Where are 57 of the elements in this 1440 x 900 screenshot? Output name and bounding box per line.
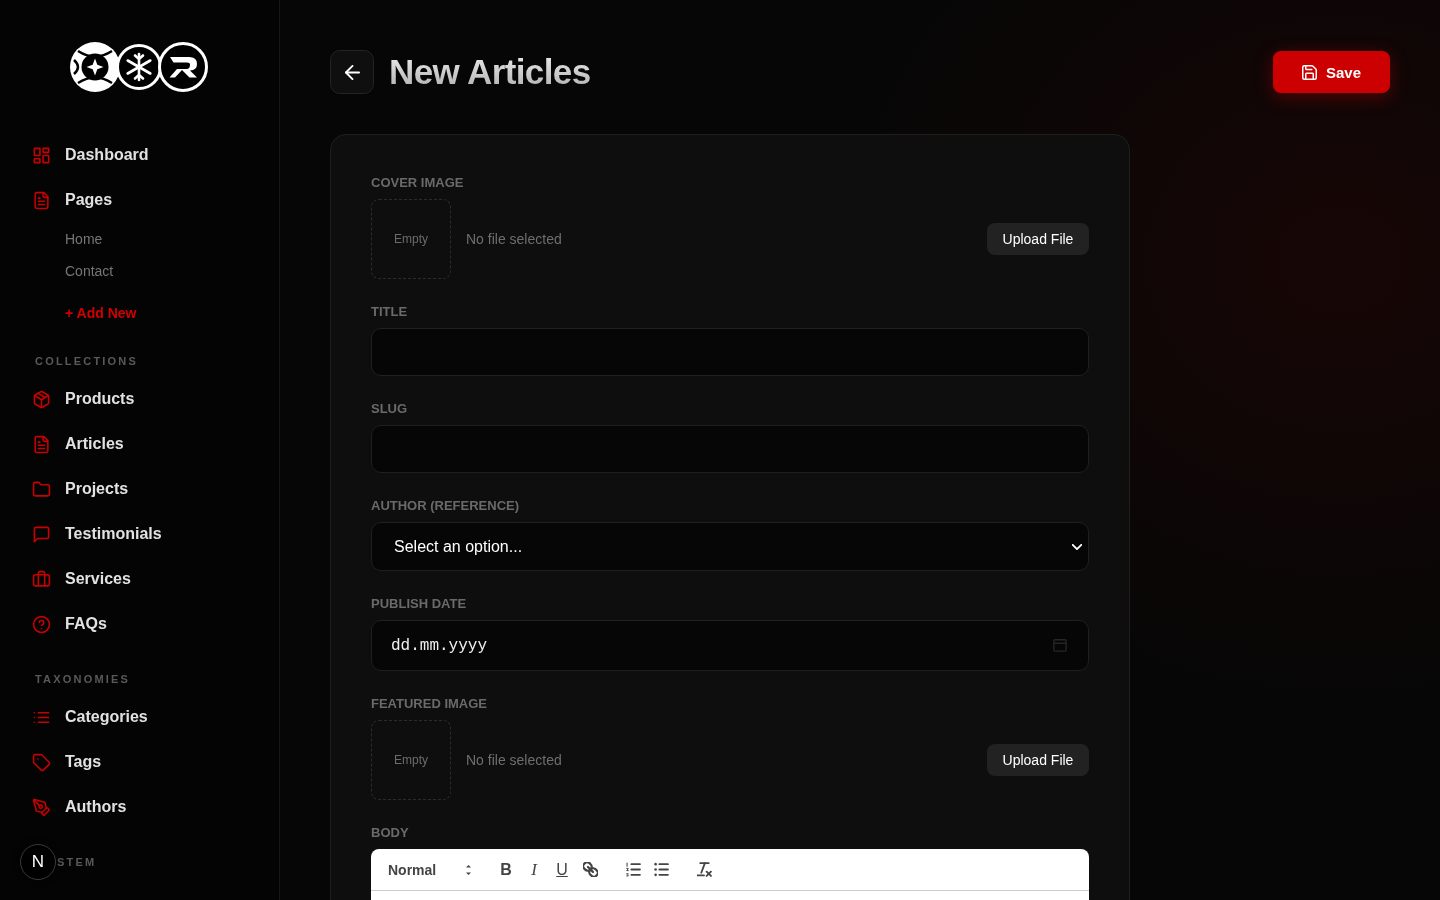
clear-format-icon — [696, 862, 712, 877]
tag-icon — [32, 752, 51, 772]
add-new-link[interactable]: + Add New — [0, 296, 279, 329]
image-drop-field[interactable]: Empty — [371, 199, 451, 279]
briefcase-icon — [32, 569, 51, 589]
document-icon — [32, 434, 51, 454]
text-input[interactable] — [371, 328, 1089, 376]
nav-link[interactable]: Articles — [0, 421, 279, 467]
field-label: TITLE — [371, 304, 409, 320]
italic-button[interactable]: I — [520, 857, 548, 882]
pen-nib-icon — [32, 797, 51, 817]
upload-button[interactable]: Upload File — [987, 744, 1089, 776]
nav-link[interactable]: Services — [0, 556, 279, 602]
upload-button[interactable]: Upload File — [987, 223, 1089, 255]
sub-nav-link[interactable]: Home — [0, 222, 279, 255]
nav-link[interactable]: Products — [0, 376, 279, 422]
grid-icon — [32, 145, 51, 165]
nav-link[interactable]: Pages — [0, 177, 279, 223]
nav-link[interactable]: Tags — [0, 739, 279, 785]
format-picker[interactable]: Normal — [379, 857, 477, 882]
sub-nav-link[interactable]: Contact — [0, 254, 279, 287]
bullet-list-icon — [653, 862, 669, 877]
save-button[interactable]: Save — [1273, 51, 1390, 93]
nav-link[interactable]: FAQs — [0, 601, 279, 647]
date-input[interactable]: dd.mm.yyyy — [371, 620, 1089, 671]
field-label: COVER IMAGE — [371, 175, 465, 191]
image-drop-field[interactable]: Empty — [371, 720, 451, 800]
link-icon — [582, 862, 598, 877]
field-label: AUTHOR (REFERENCE) — [371, 498, 521, 514]
numbered-list-icon — [625, 862, 641, 877]
file-status-text: No file selected — [466, 752, 562, 768]
nav-link[interactable]: Dashboard — [0, 132, 279, 178]
file-status-text: No file selected — [466, 231, 562, 247]
field-label: FEATURED IMAGE — [371, 696, 489, 712]
save-icon — [1301, 64, 1317, 80]
document-icon — [32, 190, 51, 210]
nav-link[interactable]: Authors — [0, 784, 279, 830]
nav-link[interactable]: Projects — [0, 466, 279, 512]
section-heading: STEM — [57, 855, 97, 870]
bold-button[interactable]: B — [492, 857, 520, 882]
speech-bubble-icon — [32, 524, 51, 544]
box-icon — [32, 389, 51, 409]
section-heading: TAXONOMIES — [35, 672, 131, 687]
folder-icon — [32, 479, 51, 499]
back-button[interactable] — [330, 50, 374, 94]
select-dropdown[interactable]: Select an option... — [371, 522, 1089, 571]
text-input[interactable] — [371, 425, 1089, 473]
field-label: BODY — [371, 825, 410, 841]
field-label: SLUG — [371, 401, 409, 417]
nav-link[interactable]: Categories — [0, 694, 279, 740]
up-down-arrows-icon — [466, 864, 471, 875]
field-label: PUBLISH DATE — [371, 596, 468, 612]
nav-link[interactable]: Testimonials — [0, 511, 279, 557]
underline-button[interactable]: U — [548, 857, 576, 882]
section-heading: COLLECTIONS — [35, 354, 139, 369]
chevron-down-icon — [1072, 543, 1082, 550]
question-circle-icon — [32, 614, 51, 634]
